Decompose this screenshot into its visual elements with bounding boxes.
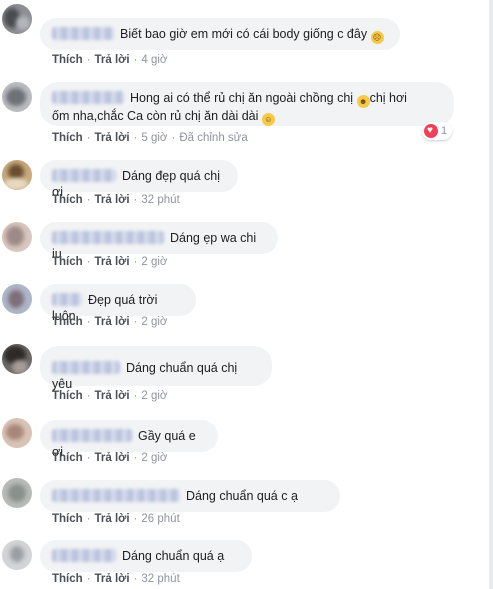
avatar[interactable] xyxy=(2,160,32,190)
like-link[interactable]: Thích xyxy=(52,54,83,66)
like-link[interactable]: Thích xyxy=(52,256,83,268)
comment-bubble: Dáng ẹp wa chi iu xyxy=(40,222,278,261)
like-link[interactable]: Thích xyxy=(52,452,83,464)
avatar[interactable] xyxy=(2,284,32,314)
commenter-name[interactable] xyxy=(52,361,120,374)
commenter-name[interactable] xyxy=(52,293,82,306)
commenter-name[interactable] xyxy=(52,27,114,40)
reply-link[interactable]: Trả lời xyxy=(95,194,130,206)
commenter-name[interactable] xyxy=(52,231,164,244)
timestamp[interactable]: 5 giờ xyxy=(141,132,167,144)
comment-bubble: Dáng chuẩn quá ạ xyxy=(40,540,252,572)
avatar[interactable] xyxy=(2,540,32,570)
comment-text: Biết bao giờ em mới có cái body giống c … xyxy=(120,27,368,41)
timestamp[interactable]: 32 phút xyxy=(141,194,179,206)
commenter-name[interactable] xyxy=(52,489,180,502)
avatar[interactable] xyxy=(2,82,32,112)
smiling-face-icon: ☺ xyxy=(261,113,275,126)
comment-bubble: Dáng đẹp quá chị ơi xyxy=(40,160,238,199)
timestamp[interactable]: 2 giờ xyxy=(141,452,167,464)
comment-bubble: Gầy quá e ơi xyxy=(40,420,218,459)
timestamp[interactable]: 2 giờ xyxy=(141,256,167,268)
timestamp[interactable]: 2 giờ xyxy=(141,316,167,328)
avatar[interactable] xyxy=(2,478,32,508)
comment-actions: Thích · Trả lời · 2 giờ xyxy=(52,316,168,328)
comment-text: Dáng chuẩn quá c ạ xyxy=(186,489,298,503)
edited-label[interactable]: Đã chỉnh sửa xyxy=(179,132,247,144)
like-link[interactable]: Thích xyxy=(52,194,83,206)
reply-link[interactable]: Trả lời xyxy=(95,316,130,328)
avatar[interactable] xyxy=(2,222,32,252)
timestamp[interactable]: 32 phút xyxy=(141,573,179,585)
commenter-name[interactable] xyxy=(52,549,116,562)
reply-link[interactable]: Trả lời xyxy=(95,54,130,66)
love-reaction-icon xyxy=(424,124,438,138)
comment-actions: Thích · Trả lời · 5 giờ · Đã chỉnh sửa xyxy=(52,132,248,144)
comment-actions: Thích · Trả lời · 2 giờ xyxy=(52,256,168,268)
like-link[interactable]: Thích xyxy=(52,513,83,525)
comment-bubble: Dáng chuẩn quá chị yêu xyxy=(40,346,272,391)
comment-text-line1b: chị hơi xyxy=(369,91,407,105)
comment-text: Dáng chuẩn quá ạ xyxy=(122,549,225,563)
like-link[interactable]: Thích xyxy=(52,132,83,144)
avatar[interactable] xyxy=(2,418,32,448)
comment-actions: Thích · Trả lời · 26 phút xyxy=(52,513,180,525)
scrollbar-track[interactable] xyxy=(489,0,493,589)
disappointed-face-icon: ☹ xyxy=(370,31,384,44)
reply-link[interactable]: Trả lời xyxy=(95,573,130,585)
commenter-name[interactable] xyxy=(52,91,124,104)
reply-link[interactable]: Trả lời xyxy=(95,452,130,464)
timestamp[interactable]: 26 phút xyxy=(141,513,179,525)
reaction-count: 1 xyxy=(441,125,448,137)
reply-link[interactable]: Trả lời xyxy=(95,256,130,268)
comment-bubble: Đẹp quá trời luôn xyxy=(40,284,196,323)
reply-link[interactable]: Trả lời xyxy=(95,132,130,144)
commenter-name[interactable] xyxy=(52,169,116,182)
comment-text-line1: Hong ai có thể rủ chị ăn ngoài chồng chị xyxy=(130,91,354,105)
reply-link[interactable]: Trả lời xyxy=(95,390,130,402)
like-link[interactable]: Thích xyxy=(52,573,83,585)
grinning-squinting-face-icon: ☻ xyxy=(356,95,370,108)
comment-bubble: Biết bao giờ em mới có cái body giống c … xyxy=(40,18,400,50)
like-link[interactable]: Thích xyxy=(52,390,83,402)
commenter-name[interactable] xyxy=(52,429,132,442)
avatar[interactable] xyxy=(2,344,32,374)
comment-actions: Thích · Trả lời · 4 giờ xyxy=(52,54,168,66)
timestamp[interactable]: 4 giờ xyxy=(141,54,167,66)
comment-actions: Thích · Trả lời · 32 phút xyxy=(52,194,180,206)
comment-actions: Thích · Trả lời · 2 giờ xyxy=(52,390,168,402)
timestamp[interactable]: 2 giờ xyxy=(141,390,167,402)
reply-link[interactable]: Trả lời xyxy=(95,513,130,525)
avatar[interactable] xyxy=(2,4,32,34)
comment-actions: Thích · Trả lời · 32 phút xyxy=(52,573,180,585)
like-link[interactable]: Thích xyxy=(52,316,83,328)
comment-actions: Thích · Trả lời · 2 giờ xyxy=(52,452,168,464)
reaction-badge[interactable]: 1 xyxy=(422,122,453,140)
comment-bubble: Hong ai có thể rủ chị ăn ngoài chồng chị… xyxy=(40,82,454,126)
comment-bubble: Dáng chuẩn quá c ạ xyxy=(40,480,340,512)
comment-text-line2: ốm nha,chắc Ca còn rủ chị ăn dài dài xyxy=(52,109,259,123)
